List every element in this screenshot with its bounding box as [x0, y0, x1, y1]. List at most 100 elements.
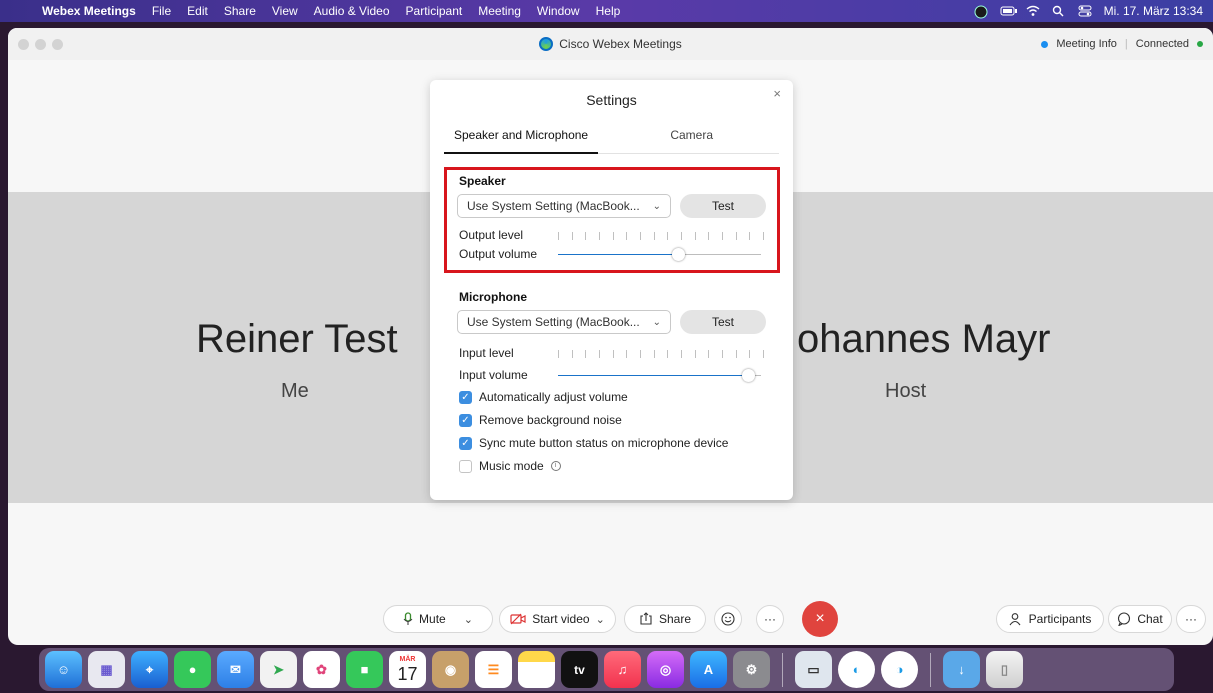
menu-window[interactable]: Window	[529, 4, 588, 18]
remove-noise-option[interactable]: ✓ Remove background noise	[459, 413, 622, 427]
calendar-icon[interactable]: MÄR 17	[389, 651, 426, 688]
more-icon: ···	[764, 612, 776, 626]
chevron-down-icon[interactable]: ⌄	[596, 613, 605, 626]
settings-dialog: Settings × Speaker and Microphone Camera…	[430, 80, 793, 500]
maps-icon[interactable]: ➤	[260, 651, 297, 688]
mute-label: Mute	[419, 612, 446, 626]
spotlight-search-icon[interactable]	[1052, 5, 1066, 17]
participant-role-self: Me	[281, 380, 309, 402]
participants-button[interactable]: Participants	[996, 605, 1104, 633]
input-volume-knob[interactable]	[742, 369, 755, 382]
menu-participant[interactable]: Participant	[398, 4, 471, 18]
calendar-month: MÄR	[399, 655, 416, 663]
tab-speaker-microphone[interactable]: Speaker and Microphone	[444, 128, 599, 154]
menu-clock[interactable]: Mi. 17. März 13:34	[1104, 4, 1203, 18]
speaker-highlight-box	[444, 167, 780, 273]
menu-app-name[interactable]: Webex Meetings	[34, 4, 144, 18]
share-label: Share	[658, 612, 692, 626]
input-volume-slider[interactable]	[558, 369, 761, 383]
participants-label: Participants	[1028, 612, 1092, 626]
dock: ☺ ▦ ⌖ ● ✉ ➤ ✿ ■ MÄR 17 ◉ ☰ tv ♫ ◎ A ⚙ ▭ …	[39, 648, 1174, 691]
system-preferences-icon[interactable]: ⚙	[733, 651, 770, 688]
end-meeting-button[interactable]: ×	[802, 601, 838, 637]
sync-mute-option[interactable]: ✓ Sync mute button status on microphone …	[459, 436, 728, 450]
chat-button[interactable]: Chat	[1108, 605, 1172, 633]
start-video-button[interactable]: Start video ⌄	[499, 605, 616, 633]
remove-noise-label: Remove background noise	[479, 413, 622, 427]
titlebar-status: Meeting Info | Connected	[1041, 38, 1203, 50]
webex-meetings-dock-icon[interactable]: ◑	[881, 651, 918, 688]
dock-separator	[782, 652, 783, 687]
reactions-button[interactable]	[714, 605, 742, 633]
reminders-icon[interactable]: ☰	[475, 651, 512, 688]
menu-help[interactable]: Help	[588, 4, 629, 18]
safari-icon[interactable]: ⌖	[131, 651, 168, 688]
more-options-button[interactable]: ···	[756, 605, 784, 633]
menu-share[interactable]: Share	[216, 4, 264, 18]
input-volume-label: Input volume	[459, 368, 528, 382]
tab-camera[interactable]: Camera	[660, 128, 723, 154]
webex-dock-icon[interactable]: ◐	[838, 651, 875, 688]
participants-icon	[1009, 613, 1021, 626]
messages-icon[interactable]: ●	[174, 651, 211, 688]
meeting-info-icon	[1041, 40, 1049, 48]
window-titlebar: Cisco Webex Meetings Meeting Info | Conn…	[8, 28, 1213, 60]
control-center-icon[interactable]	[1078, 5, 1092, 17]
calendar-day: 17	[397, 663, 418, 684]
music-mode-checkbox[interactable]	[459, 459, 472, 473]
chat-label: Chat	[1137, 612, 1163, 626]
microphone-device-select[interactable]: Use System Setting (MacBook... ⌄	[457, 310, 671, 334]
participant-name-host: ohannes Mayr	[797, 317, 1051, 361]
remove-noise-checkbox[interactable]: ✓	[459, 413, 472, 427]
chevron-down-icon[interactable]: ⌄	[464, 613, 473, 626]
auto-adjust-volume-option[interactable]: ✓ Automatically adjust volume	[459, 390, 628, 404]
emoji-icon	[721, 612, 735, 626]
menu-audio-video[interactable]: Audio & Video	[306, 4, 398, 18]
contacts-icon[interactable]: ◉	[432, 651, 469, 688]
connection-status: Connected	[1135, 38, 1189, 50]
music-mode-option[interactable]: Music mode i	[459, 459, 561, 473]
more-panels-button[interactable]: ···	[1176, 605, 1206, 633]
menu-view[interactable]: View	[264, 4, 306, 18]
music-mode-label: Music mode	[479, 459, 544, 473]
downloads-folder-icon[interactable]: ↓	[943, 651, 980, 688]
input-level-meter	[558, 350, 764, 360]
menu-meeting[interactable]: Meeting	[470, 4, 529, 18]
finder-icon[interactable]: ☺	[45, 651, 82, 688]
meeting-info-link[interactable]: Meeting Info	[1056, 38, 1117, 50]
window-title-text: Cisco Webex Meetings	[559, 37, 682, 51]
wifi-icon[interactable]	[1026, 5, 1040, 17]
microphone-test-button[interactable]: Test	[680, 310, 766, 334]
apple-tv-icon[interactable]: tv	[561, 651, 598, 688]
auto-adjust-volume-label: Automatically adjust volume	[479, 390, 628, 404]
mute-button[interactable]: Mute ⌄	[383, 605, 493, 633]
notes-icon[interactable]	[518, 651, 555, 688]
menu-edit[interactable]: Edit	[179, 4, 216, 18]
menu-file[interactable]: File	[144, 4, 179, 18]
facetime-icon[interactable]: ■	[346, 651, 383, 688]
participant-name-self: Reiner Test	[196, 317, 398, 361]
sync-mute-label: Sync mute button status on microphone de…	[479, 436, 729, 450]
connected-indicator-icon	[1197, 41, 1203, 47]
share-button[interactable]: Share	[624, 605, 706, 633]
webex-status-icon[interactable]	[974, 5, 988, 19]
battery-icon[interactable]	[1000, 5, 1017, 17]
chat-icon	[1118, 612, 1131, 626]
trash-icon[interactable]: ▯	[986, 651, 1023, 688]
input-level-label: Input level	[459, 346, 514, 360]
close-icon[interactable]: ×	[773, 86, 781, 101]
podcasts-icon[interactable]: ◎	[647, 651, 684, 688]
info-icon[interactable]: i	[550, 461, 561, 471]
webex-logo-icon	[539, 37, 554, 51]
settings-tabs: Speaker and Microphone Camera	[444, 128, 779, 154]
music-icon[interactable]: ♫	[604, 651, 641, 688]
sync-mute-checkbox[interactable]: ✓	[459, 436, 472, 450]
start-video-label: Start video	[532, 612, 590, 626]
mail-icon[interactable]: ✉	[217, 651, 254, 688]
microphone-device-value: Use System Setting (MacBook...	[467, 315, 640, 329]
preview-icon[interactable]: ▭	[795, 651, 832, 688]
photos-icon[interactable]: ✿	[303, 651, 340, 688]
launchpad-icon[interactable]: ▦	[88, 651, 125, 688]
app-store-icon[interactable]: A	[690, 651, 727, 688]
auto-adjust-volume-checkbox[interactable]: ✓	[459, 390, 472, 404]
